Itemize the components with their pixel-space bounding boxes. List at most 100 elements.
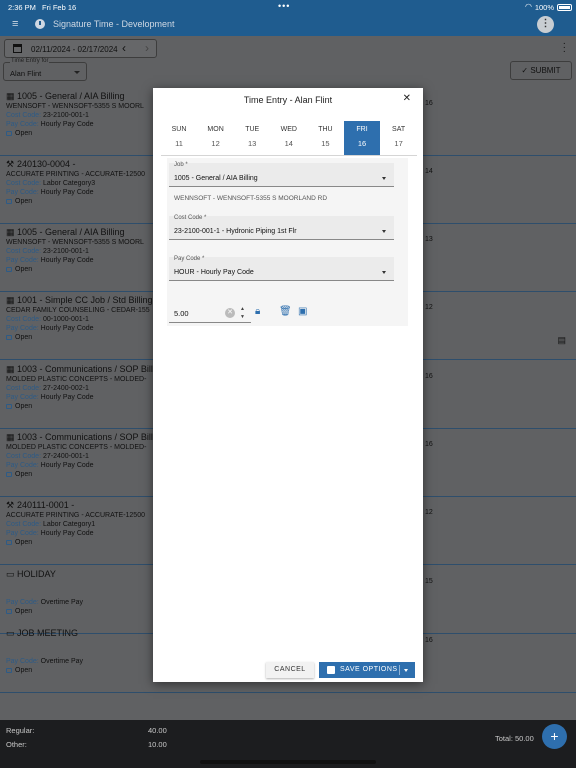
calendar-icon[interactable]	[13, 44, 22, 53]
entry-form: Job * 1005 - General / AIA Billing WENNS…	[167, 158, 408, 326]
day-tab-mon[interactable]: MON 12	[198, 121, 234, 155]
date-range-selector[interactable]: 02/11/2024 - 02/17/2024 ‹ ›	[4, 39, 157, 58]
entry-customer: ACCURATE PRINTING - ACCURATE-12500	[6, 171, 145, 178]
comment-icon[interactable]: ▤	[557, 335, 566, 346]
pay-code-value: Hourly Pay Code	[40, 530, 94, 537]
other-label: Other:	[6, 740, 27, 749]
pay-code-value: Hourly Pay Code	[40, 189, 94, 196]
multitask-dots[interactable]: •••	[278, 1, 290, 11]
more-options-icon[interactable]: · · ·	[563, 39, 566, 57]
app-title: Signature Time - Development	[53, 19, 175, 29]
cost-code-label: Cost Code *	[174, 215, 207, 221]
day-tab-sat[interactable]: SAT 17	[381, 121, 417, 155]
building-icon: ▦	[6, 227, 15, 237]
hammer-icon: ⚒	[6, 159, 15, 169]
pay-code-label: Pay Code:	[6, 189, 39, 196]
home-indicator[interactable]	[200, 760, 376, 764]
pay-code-label: Pay Code:	[6, 530, 39, 537]
status-text: Open	[15, 667, 33, 674]
entry-hours: 12	[425, 509, 433, 516]
unlock-icon	[6, 199, 12, 204]
hours-value[interactable]: 5.00	[174, 309, 189, 318]
day-tab-tue[interactable]: TUE 13	[234, 121, 270, 155]
chevron-down-icon	[74, 71, 80, 74]
status-text: Open	[15, 198, 33, 205]
next-week-icon[interactable]: ›	[145, 41, 149, 55]
building-icon: ▦	[6, 91, 15, 101]
day-number: 11	[175, 139, 183, 148]
time-entry-for-select[interactable]: Time Entry for Alan Flint	[3, 58, 87, 81]
entry-customer: WENNSOFT - WENNSOFT-5355 S MOORL	[6, 103, 144, 110]
day-number: 16	[357, 139, 367, 148]
delete-icon[interactable]: 🗑︎	[279, 306, 292, 317]
day-name: WED	[280, 126, 297, 133]
job-select[interactable]: Job * 1005 - General / AIA Billing	[169, 162, 394, 187]
entry-status: Open	[6, 667, 32, 674]
entry-hours: 15	[425, 578, 433, 585]
close-icon[interactable]: ✕	[403, 93, 411, 104]
day-tab-sun[interactable]: SUN 11	[161, 121, 197, 155]
unlock-icon	[6, 404, 12, 409]
status-text: Open	[15, 403, 33, 410]
entry-pay-code: Pay Code: Hourly Pay Code	[6, 462, 94, 469]
entry-status: Open	[6, 130, 32, 137]
status-bar: 2:36 PM Fri Feb 16 ••• ◠ 100%	[0, 0, 576, 14]
save-options-button[interactable]: SAVE OPTIONS	[319, 662, 415, 678]
entry-cost-code: Cost Code: 23-2100-001-1	[6, 248, 89, 255]
chevron-down-icon	[382, 177, 386, 180]
pay-code-value: Hourly Pay Code	[40, 394, 94, 401]
building-icon: ▦	[6, 432, 15, 442]
unlock-icon	[6, 609, 12, 614]
entry-customer: ACCURATE PRINTING - ACCURATE-12500	[6, 512, 145, 519]
unlock-icon	[6, 267, 12, 272]
day-number: 15	[321, 139, 330, 148]
submit-label: SUBMIT	[530, 66, 561, 75]
pay-code-label: Pay Code:	[6, 257, 39, 264]
total-hours: Total: 50.00	[495, 734, 534, 743]
job-label: Job *	[174, 162, 188, 168]
hours-stepper[interactable]: ▲ ▼	[240, 305, 245, 321]
pay-code-select[interactable]: Pay Code * HOUR - Hourly Pay Code	[169, 256, 394, 281]
submit-button[interactable]: ✓ SUBMIT	[510, 61, 572, 80]
entry-title: 1003 - Communications / SOP Bill	[17, 364, 153, 374]
entry-title: JOB MEETING	[17, 628, 79, 638]
entry-hours: 16	[425, 373, 433, 380]
job-value: 1005 - General / AIA Billing	[174, 175, 258, 182]
hamburger-menu-icon[interactable]: ≡	[12, 18, 18, 30]
cost-code-label: Cost Code:	[6, 248, 42, 255]
day-tab-fri[interactable]: FRI 16	[344, 121, 380, 155]
entry-status: Open	[6, 334, 32, 341]
entry-title: 1005 - General / AIA Billing	[17, 227, 125, 237]
entry-status: Open	[6, 403, 32, 410]
cost-code-value: 23-2100-001-1 - Hydronic Piping 1st Flr	[174, 228, 297, 235]
chevron-down-icon[interactable]	[404, 669, 408, 672]
save-options-label: SAVE OPTIONS	[340, 666, 398, 673]
check-icon: ✓	[521, 66, 529, 75]
job-customer-helper: WENNSOFT - WENNSOFT-5355 S MOORLAND RD	[174, 195, 328, 202]
day-tab-thu[interactable]: THU 15	[307, 121, 343, 155]
cost-code-value: 27-2400-001-1	[42, 453, 89, 460]
previous-week-icon[interactable]: ‹	[122, 41, 126, 55]
day-tab-wed[interactable]: WED 14	[271, 121, 307, 155]
clock-icon	[35, 19, 45, 29]
cost-code-label: Cost Code:	[6, 385, 42, 392]
entry-pay-code: Pay Code: Hourly Pay Code	[6, 530, 94, 537]
lock-icon[interactable]: 🔒︎	[255, 306, 260, 317]
entry-cost-code: Cost Code: Labor Category1	[6, 521, 95, 528]
pay-code-value: Hourly Pay Code	[40, 462, 94, 469]
status-text: Open	[15, 471, 33, 478]
add-note-icon[interactable]: ▣	[298, 306, 307, 317]
dialog-title: Time Entry - Alan Flint	[243, 95, 333, 105]
cancel-button[interactable]: CANCEL	[266, 662, 314, 678]
account-menu-icon[interactable]: ⋮	[537, 16, 554, 33]
clear-icon[interactable]: ✕	[225, 308, 235, 318]
cost-code-select[interactable]: Cost Code * 23-2100-001-1 - Hydronic Pip…	[169, 215, 394, 240]
cost-code-label: Cost Code:	[6, 112, 42, 119]
status-text: Open	[15, 539, 33, 546]
entry-title: 1001 - Simple CC Job / Std Billing	[17, 295, 153, 305]
unlock-icon	[6, 540, 12, 545]
add-entry-button[interactable]: +	[542, 724, 567, 749]
hours-input[interactable]: 5.00 ✕ ▲ ▼	[169, 303, 251, 323]
save-icon	[327, 666, 335, 674]
pay-code-label: Pay Code:	[6, 658, 39, 665]
